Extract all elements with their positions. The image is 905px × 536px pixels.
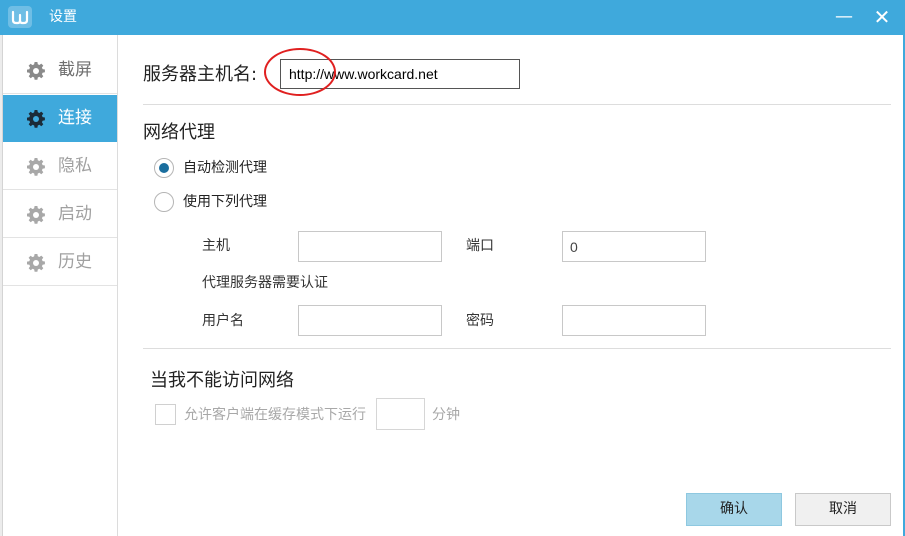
- sidebar-item-screenshot[interactable]: 截屏: [3, 47, 117, 94]
- proxy-password-label: 密码: [466, 313, 494, 329]
- section-divider: [143, 104, 891, 105]
- manual-proxy-label[interactable]: 使用下列代理: [183, 192, 267, 212]
- confirm-button[interactable]: 确认: [686, 493, 782, 526]
- sidebar-item-label: 启动: [58, 204, 92, 224]
- cache-minutes-input[interactable]: [376, 398, 425, 430]
- proxy-section-title: 网络代理: [143, 122, 215, 143]
- cache-mode-checkbox[interactable]: [155, 404, 176, 425]
- proxy-username-input[interactable]: [298, 305, 442, 336]
- proxy-username-label: 用户名: [202, 313, 244, 329]
- sidebar-item-label: 连接: [58, 108, 92, 128]
- close-button[interactable]: ✕: [869, 4, 895, 30]
- settings-sidebar: 截屏 连接 隐私 启动 历史: [3, 35, 118, 536]
- sidebar-item-history[interactable]: 历史: [3, 239, 117, 286]
- gear-icon: [27, 62, 45, 80]
- offline-section-title: 当我不能访问网络: [150, 370, 294, 391]
- sidebar-item-privacy[interactable]: 隐私: [3, 143, 117, 190]
- gear-icon: [27, 254, 45, 272]
- cancel-button[interactable]: 取消: [795, 493, 891, 526]
- proxy-port-label: 端口: [466, 238, 494, 254]
- proxy-host-input[interactable]: [298, 231, 442, 262]
- auto-detect-proxy-radio[interactable]: [154, 158, 174, 178]
- window-title: 设置: [49, 9, 77, 25]
- minutes-unit-label: 分钟: [432, 407, 460, 423]
- minimize-button[interactable]: —: [831, 4, 857, 30]
- section-divider: [143, 348, 891, 349]
- proxy-port-input[interactable]: [562, 231, 706, 262]
- server-host-input[interactable]: [280, 59, 520, 89]
- gear-icon: [27, 158, 45, 176]
- sidebar-item-startup[interactable]: 启动: [3, 191, 117, 238]
- sidebar-item-connection[interactable]: 连接: [3, 95, 117, 142]
- w-logo-icon: [8, 6, 32, 28]
- proxy-host-label: 主机: [202, 238, 230, 254]
- sidebar-item-label: 隐私: [58, 156, 92, 176]
- proxy-password-input[interactable]: [562, 305, 706, 336]
- sidebar-item-label: 历史: [58, 252, 92, 272]
- title-bar: 设置 — ✕: [0, 0, 905, 35]
- connection-settings-panel: 服务器主机名: 网络代理 自动检测代理 使用下列代理 主机 端口 代理服务器需要…: [118, 35, 903, 536]
- cache-mode-label: 允许客户端在缓存模式下运行: [184, 407, 366, 423]
- server-host-label: 服务器主机名:: [143, 64, 258, 85]
- sidebar-item-label: 截屏: [58, 60, 92, 80]
- gear-icon: [27, 110, 45, 128]
- auto-detect-proxy-label[interactable]: 自动检测代理: [183, 158, 267, 178]
- gear-icon: [27, 206, 45, 224]
- proxy-auth-label: 代理服务器需要认证: [202, 275, 328, 291]
- manual-proxy-radio[interactable]: [154, 192, 174, 212]
